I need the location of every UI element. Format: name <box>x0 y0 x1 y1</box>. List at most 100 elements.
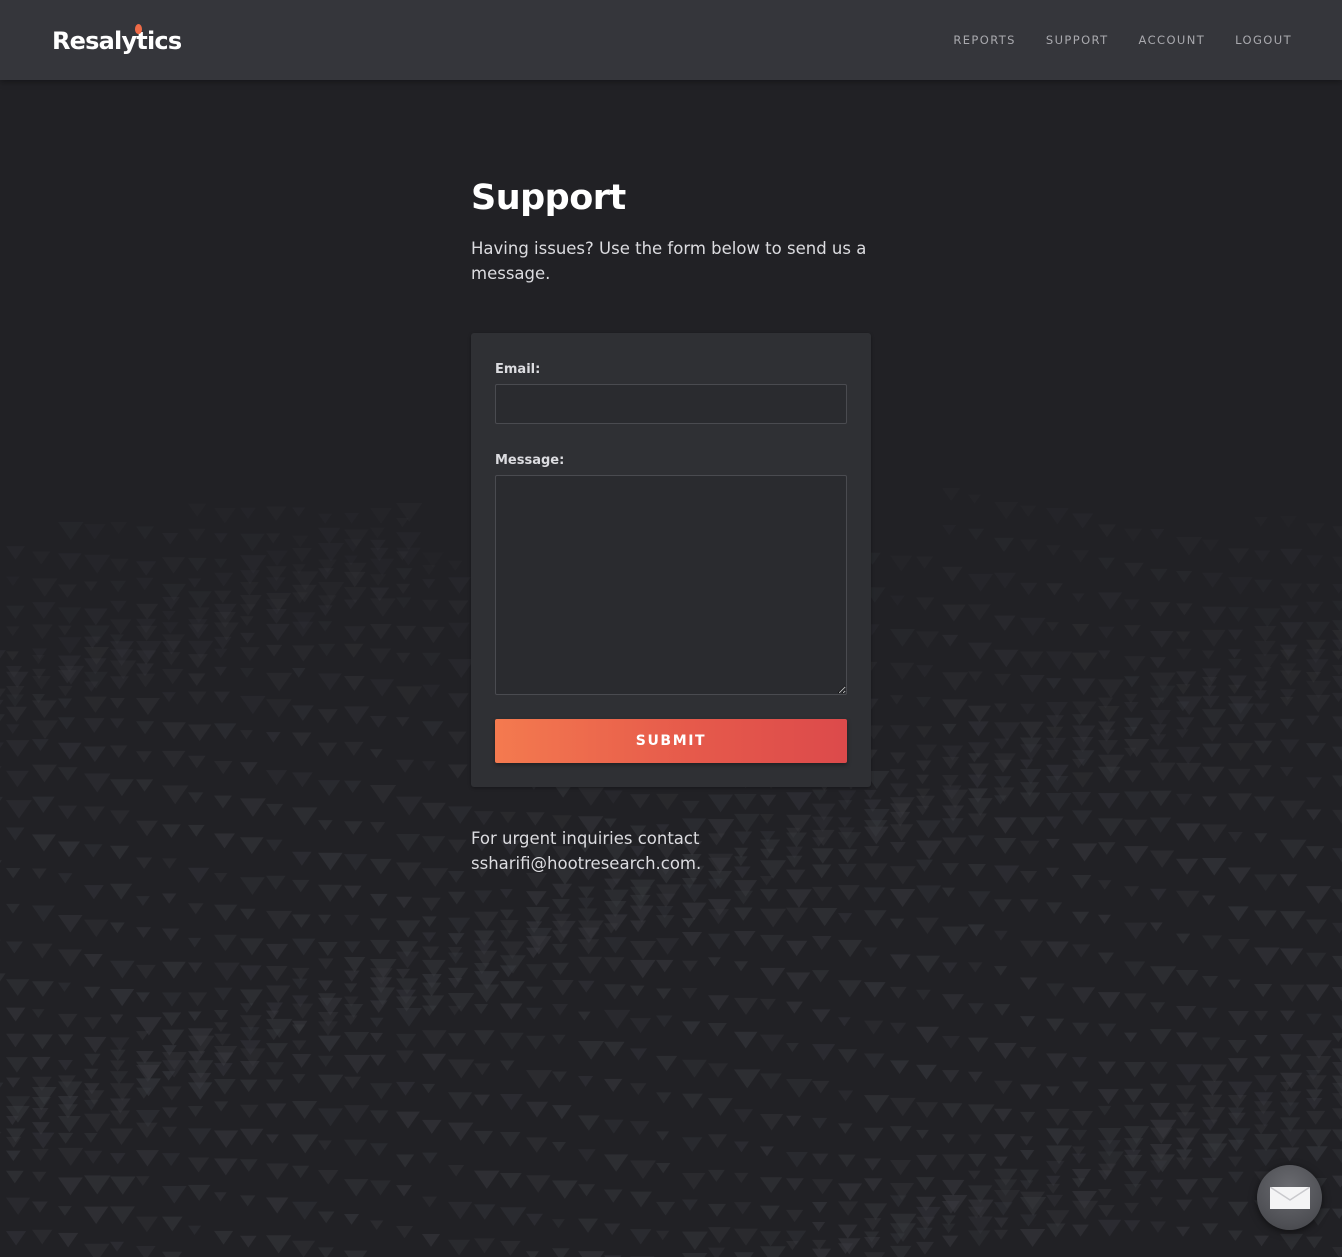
email-field[interactable] <box>495 384 847 424</box>
background-triangle <box>1072 737 1094 753</box>
background-triangle <box>292 938 316 956</box>
background-triangle <box>292 914 311 928</box>
background-triangle <box>1046 726 1064 740</box>
background-triangle <box>188 1184 211 1201</box>
background-triangle <box>448 917 471 934</box>
background-triangle <box>942 1103 963 1118</box>
background-triangle <box>422 579 436 589</box>
background-triangle <box>1332 775 1342 788</box>
background-triangle <box>994 649 1019 668</box>
background-triangle <box>1150 749 1170 764</box>
background-triangle <box>318 980 334 992</box>
background-triangle <box>760 875 774 886</box>
nav-logout-link[interactable]: LOGOUT <box>1235 33 1292 47</box>
background-triangle <box>916 665 934 678</box>
background-triangle <box>994 1202 1013 1216</box>
background-triangle <box>1254 1075 1278 1092</box>
background-triangle <box>1202 695 1220 709</box>
background-triangle <box>942 926 969 946</box>
background-triangle <box>448 891 466 905</box>
background-triangle <box>136 751 152 763</box>
background-triangle <box>110 960 135 979</box>
background-triangle <box>474 1204 496 1220</box>
background-triangle <box>1046 1128 1070 1145</box>
background-triangle <box>1098 880 1112 890</box>
background-triangle <box>1098 1219 1122 1237</box>
background-triangle <box>396 717 410 727</box>
background-triangle <box>1254 517 1268 527</box>
background-triangle <box>916 631 940 649</box>
background-triangle <box>1098 842 1116 855</box>
background-triangle <box>786 940 808 957</box>
background-triangle <box>1046 715 1064 728</box>
background-triangle <box>240 604 257 616</box>
background-triangle <box>214 873 228 883</box>
background-triangle <box>890 595 905 607</box>
background-triangle <box>0 714 5 722</box>
background-triangle <box>1176 1085 1197 1100</box>
background-triangle <box>110 718 125 729</box>
background-triangle <box>1254 1056 1271 1069</box>
background-triangle <box>1098 557 1115 570</box>
background-triangle <box>1020 1228 1046 1247</box>
background-triangle <box>344 1076 362 1089</box>
nav-reports-link[interactable]: REPORTS <box>953 33 1016 47</box>
background-triangle <box>1176 631 1191 642</box>
background-triangle <box>1020 617 1046 637</box>
background-triangle <box>110 521 128 535</box>
background-triangle <box>760 794 777 807</box>
background-triangle <box>630 959 656 979</box>
background-triangle <box>1072 1200 1099 1220</box>
background-triangle <box>162 928 180 941</box>
background-triangle <box>370 918 388 931</box>
background-triangle <box>1306 1075 1327 1091</box>
background-triangle <box>474 1170 500 1189</box>
background-triangle <box>6 867 21 879</box>
background-triangle <box>474 811 494 826</box>
background-triangle <box>526 891 547 906</box>
background-triangle <box>58 1147 84 1166</box>
background-triangle <box>84 885 104 900</box>
background-triangle <box>1202 1197 1219 1210</box>
background-triangle <box>318 780 341 796</box>
contact-email-link[interactable]: ssharifi@hootresearch.com <box>471 854 696 873</box>
background-triangle <box>838 885 860 901</box>
background-triangle <box>1020 675 1045 693</box>
background-triangle <box>1202 1157 1217 1169</box>
background-triangle <box>1072 911 1090 925</box>
nav-account-link[interactable]: ACCOUNT <box>1139 33 1206 47</box>
background-triangle <box>188 1128 212 1146</box>
background-triangle <box>292 507 306 517</box>
background-triangle <box>1098 1061 1116 1075</box>
background-triangle <box>266 770 288 786</box>
background-triangle <box>1176 571 1193 583</box>
background-triangle <box>266 623 290 641</box>
background-triangle <box>58 1059 73 1071</box>
background-triangle <box>864 1095 890 1114</box>
background-triangle <box>6 770 29 788</box>
background-triangle <box>1332 1129 1342 1143</box>
background-triangle <box>32 700 57 719</box>
background-triangle <box>1228 832 1243 843</box>
nav-support-link[interactable]: SUPPORT <box>1046 33 1109 47</box>
background-triangle <box>994 673 1011 687</box>
background-triangle <box>942 1154 965 1171</box>
background-triangle <box>84 1099 99 1111</box>
background-triangle <box>344 626 366 642</box>
chat-widget-button[interactable] <box>1257 1165 1322 1230</box>
background-triangle <box>1124 676 1140 688</box>
background-triangle <box>162 557 186 574</box>
background-triangle <box>578 956 603 974</box>
background-triangle <box>162 668 184 685</box>
background-triangle <box>968 1134 982 1145</box>
message-textarea[interactable] <box>495 475 847 695</box>
background-triangle <box>188 1011 202 1022</box>
background-triangle <box>968 671 983 682</box>
background-triangle <box>500 930 513 940</box>
background-triangle <box>1280 583 1303 600</box>
resalytics-logo[interactable]: Resalytics <box>52 24 182 55</box>
background-triangle <box>292 1054 312 1068</box>
background-triangle <box>682 1173 706 1190</box>
background-triangle <box>1228 1010 1249 1026</box>
submit-button[interactable]: SUBMIT <box>495 719 847 763</box>
